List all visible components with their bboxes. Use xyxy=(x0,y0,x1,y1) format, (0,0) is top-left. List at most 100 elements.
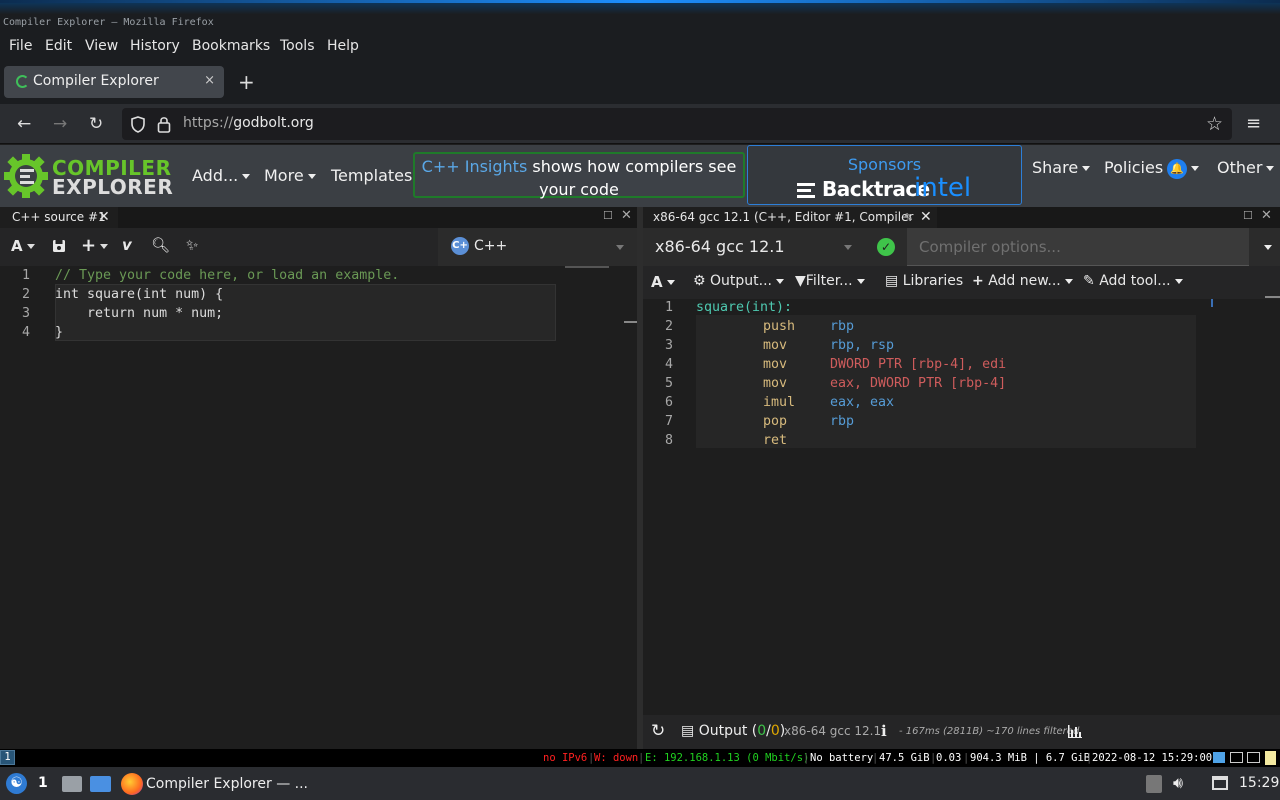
vim-mode-icon[interactable]: v xyxy=(122,236,132,254)
add-new-button[interactable]: + Add new... xyxy=(972,273,1073,289)
add-menu[interactable]: Add... xyxy=(192,166,251,185)
insights-banner[interactable]: C++ Insights shows how compilers see you… xyxy=(413,152,745,199)
file-manager-icon[interactable] xyxy=(62,776,82,792)
new-tab-button[interactable]: + xyxy=(238,70,255,94)
compiler-output-bar: ↻ ▤ Output (0/0) x86-64 gcc 12.1 ℹ - 167… xyxy=(643,715,1280,749)
menu-file[interactable]: File xyxy=(9,38,32,54)
volume-icon[interactable]: 🔊︎ xyxy=(1173,773,1183,793)
font-size-icon[interactable]: A xyxy=(11,237,35,255)
date-status: 2022-08-12 15:29:00 xyxy=(1092,752,1213,764)
close-pane-icon[interactable]: ✕ xyxy=(1261,208,1272,223)
minimap[interactable] xyxy=(1211,299,1241,307)
add-tool-button[interactable]: ✎ Add tool... xyxy=(1083,273,1183,289)
caret-down-icon xyxy=(26,244,35,249)
language-select[interactable]: C+ C++ xyxy=(438,228,637,266)
menu-view[interactable]: View xyxy=(85,38,118,54)
asm-operands: rbp, rsp xyxy=(830,338,895,353)
compiler-options-dropdown[interactable] xyxy=(1249,228,1280,266)
menu-tools[interactable]: Tools xyxy=(280,38,315,54)
maximize-pane-icon[interactable]: ☐ xyxy=(603,209,613,222)
sponsors-title: Sponsors xyxy=(847,155,922,174)
compiler-select-label: x86-64 gcc 12.1 xyxy=(655,237,785,256)
more-menu-label: More xyxy=(264,166,304,185)
tray-display-icon[interactable] xyxy=(1230,752,1243,763)
other-menu[interactable]: Other xyxy=(1217,158,1275,177)
menu-bookmarks[interactable]: Bookmarks xyxy=(192,38,270,54)
compiler-tab-close-icon[interactable]: ✕ xyxy=(920,207,932,228)
asm-output[interactable]: 1 2 3 4 5 6 7 8 square(int): push rbp mo… xyxy=(643,296,1280,715)
magic-icon[interactable]: ✨︎ xyxy=(186,236,198,254)
hamburger-menu-icon[interactable]: ≡ xyxy=(1246,113,1261,134)
insights-link[interactable]: C++ Insights xyxy=(422,157,528,176)
info-icon[interactable]: ℹ xyxy=(881,722,887,740)
libraries-button[interactable]: ▤ Libraries xyxy=(885,273,963,289)
policies-menu[interactable]: Policies 🔔 xyxy=(1104,158,1200,179)
scrollbar-marker[interactable] xyxy=(624,321,637,323)
forward-icon[interactable]: → xyxy=(53,114,67,134)
url-text: https://godbolt.org xyxy=(183,115,314,131)
tray-network-icon[interactable] xyxy=(1213,752,1225,763)
sponsors-box[interactable]: Sponsors Backtrace intel xyxy=(747,145,1022,205)
recompile-icon[interactable]: ↻ xyxy=(651,721,665,741)
line-number: 3 xyxy=(21,306,30,321)
minimap[interactable] xyxy=(565,266,609,272)
back-icon[interactable]: ← xyxy=(17,114,31,134)
menu-edit[interactable]: Edit xyxy=(45,38,72,54)
document-icon: ▤ xyxy=(681,723,695,739)
ipv6-status: no IPv6 xyxy=(543,752,588,764)
editor-tab[interactable]: C++ source #1 ✕ xyxy=(0,207,118,228)
maximize-pane-icon[interactable]: ☐ xyxy=(1243,209,1253,222)
taskbar-app[interactable]: Compiler Explorer — ... xyxy=(146,776,308,792)
scrollbar-marker[interactable] xyxy=(1265,296,1280,298)
output-button[interactable]: ▤ Output (0/0) xyxy=(681,723,785,739)
compiler-select[interactable]: x86-64 gcc 12.1 xyxy=(643,228,861,266)
menu-help[interactable]: Help xyxy=(327,38,359,54)
output-options-button[interactable]: ⚙ Output... xyxy=(693,273,784,289)
bar-chart-icon[interactable] xyxy=(1068,725,1082,738)
editor-tab-close-icon[interactable]: ✕ xyxy=(98,207,110,228)
shield-icon[interactable] xyxy=(130,116,146,133)
start-menu-icon[interactable]: ☯ xyxy=(6,773,27,794)
font-size-icon[interactable]: A xyxy=(651,273,675,291)
more-menu[interactable]: More xyxy=(264,166,316,185)
browser-tab[interactable]: Compiler Explorer × xyxy=(4,66,224,98)
filter-label: Filter... xyxy=(805,273,853,289)
ce-logo[interactable]: COMPILER EXPLORER xyxy=(4,152,173,200)
window-list-icon[interactable] xyxy=(1212,776,1228,790)
workspace-button[interactable]: 1 xyxy=(0,750,15,765)
close-pane-icon[interactable]: ✕ xyxy=(621,208,632,223)
clipboard-icon[interactable] xyxy=(1146,775,1162,793)
asm-operands: eax, DWORD PTR [rbp-4] xyxy=(830,376,1007,391)
compiler-tab[interactable]: x86-64 gcc 12.1 (C++, Editor #1, Compile… xyxy=(643,207,937,245)
tray-note-icon[interactable] xyxy=(1265,751,1276,765)
compiler-options-input[interactable]: Compiler options... xyxy=(907,228,1249,266)
code-editor[interactable]: 1 2 3 4 // Type your code here, or load … xyxy=(0,266,637,749)
templates-button[interactable]: Templates xyxy=(331,166,412,185)
editor-pane: C++ source #1 ✕ ☐ ✕ A + v 🔍︎ ✨︎ C+ C++ 1… xyxy=(0,207,637,749)
line-number: 7 xyxy=(664,414,673,429)
filter-button[interactable]: ▼Filter... xyxy=(795,273,865,289)
rename-pencil-icon[interactable]: ✎ xyxy=(904,207,913,228)
reload-icon[interactable]: ↻ xyxy=(89,114,103,134)
caret-down-icon xyxy=(1082,166,1091,171)
taskbar-workspace[interactable]: 1 xyxy=(38,775,48,791)
search-icon[interactable]: 🔍︎ xyxy=(151,236,170,254)
sponsor-intel[interactable]: intel xyxy=(914,173,971,203)
bookmark-star-icon[interactable]: ☆ xyxy=(1206,113,1223,135)
gear-icon: ⚙ xyxy=(693,273,706,289)
menu-history[interactable]: History xyxy=(130,38,180,54)
tab-close-icon[interactable]: × xyxy=(204,73,215,88)
desktop-icon[interactable] xyxy=(90,776,111,792)
lock-icon[interactable] xyxy=(157,115,171,133)
caret-down-icon xyxy=(1174,278,1183,284)
status-separator: | xyxy=(638,752,645,764)
add-tool-label: Add tool... xyxy=(1099,273,1171,289)
compile-status[interactable]: ✓ xyxy=(861,228,907,266)
add-new-label: Add new... xyxy=(988,273,1061,289)
editor-tab-title: C++ source #1 xyxy=(12,210,106,224)
add-pane-icon[interactable]: + xyxy=(81,235,109,256)
book-icon: ▤ xyxy=(885,273,899,289)
share-menu[interactable]: Share xyxy=(1032,158,1091,177)
save-icon[interactable] xyxy=(52,239,66,253)
tray-window-icon[interactable] xyxy=(1247,752,1260,763)
